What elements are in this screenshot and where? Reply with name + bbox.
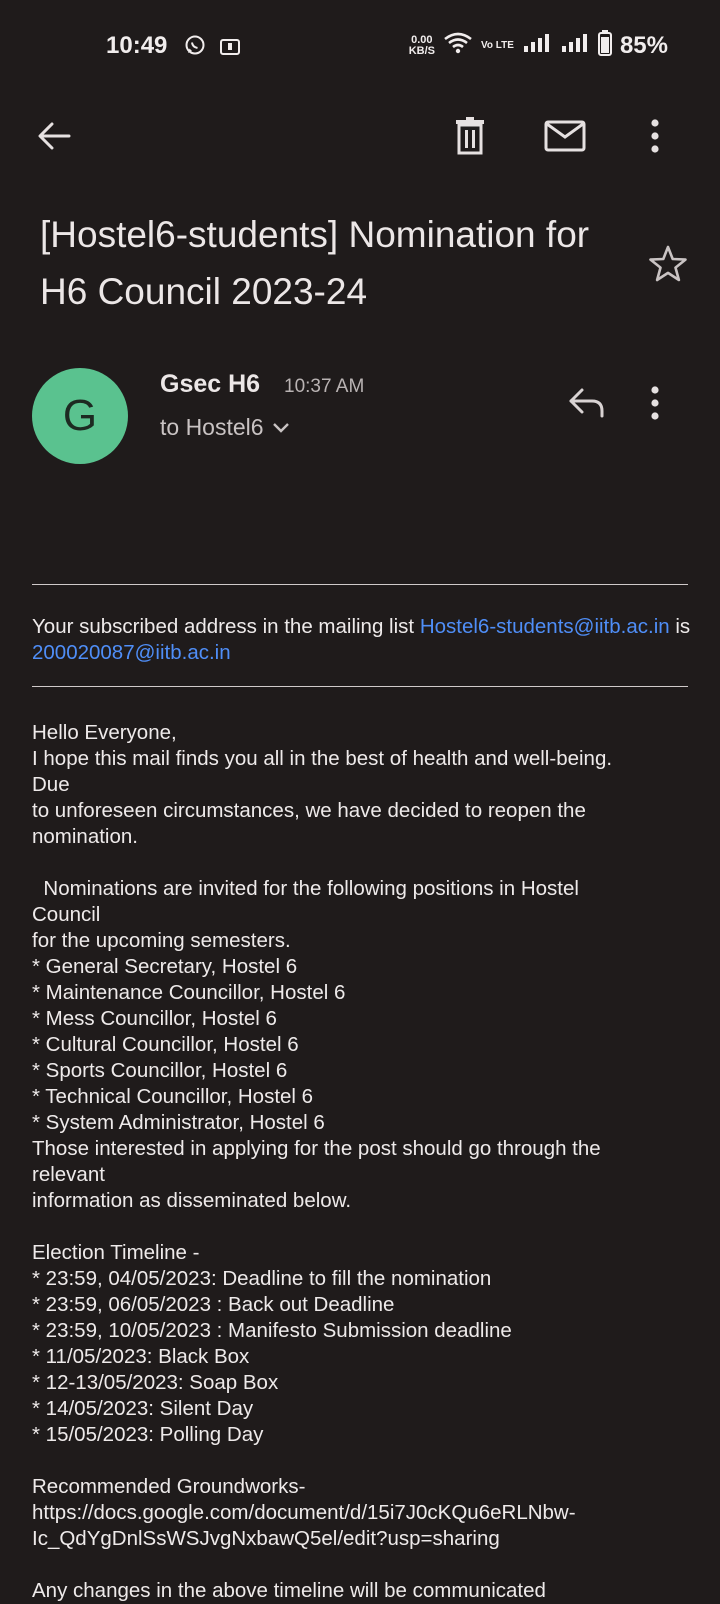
body-line: I hope this mail finds you all in the be… [32,747,613,770]
star-outline-icon [649,245,687,282]
subscription-note: Your subscribed address in the mailing l… [32,614,692,666]
body-line: * System Administrator, Hostel 6 [32,1111,325,1134]
body-line: Those interested in applying for the pos… [32,1137,601,1160]
network-speed: 0.00 KB/S [408,33,435,57]
more-options-button[interactable] [627,108,683,164]
back-button[interactable] [26,108,82,164]
body-line: * 15/05/2023: Polling Day [32,1423,264,1446]
body-line: Recommended Groundworks- [32,1475,306,1498]
battery-icon [597,30,612,61]
body-line: Council [32,903,101,926]
star-button[interactable] [648,244,692,288]
more-vert-icon [651,386,659,420]
reply-button[interactable] [568,386,618,430]
subscription-prefix: Your subscribed address in the mailing l… [32,615,420,638]
avatar[interactable]: G [32,368,128,464]
whatsapp-icon [184,34,206,61]
body-line: * 23:59, 04/05/2023: Deadline to fill th… [32,1267,492,1290]
email-subject: [Hostel6-students] Nomination for H6 Cou… [40,214,590,312]
body-line: Nominations are invited for the followin… [32,877,579,900]
more-vert-icon [651,119,659,153]
body-line: * 12-13/05/2023: Soap Box [32,1371,279,1394]
body-line [32,1552,692,1578]
body-line: * 23:59, 10/05/2023 : Manifesto Submissi… [32,1319,512,1342]
reply-icon [569,388,604,418]
status-indicators: 0.00 KB/S Vo LTE 85% [409,30,668,61]
body-line: Election Timeline - [32,1241,200,1264]
body-line: * Sports Councillor, Hostel 6 [32,1059,288,1082]
trash-icon [456,117,484,155]
divider [32,686,688,687]
body-line[interactable]: Ic_QdYgDnlSsWSJvgNxbawQ5el/edit?usp=shar… [32,1526,692,1552]
mail-icon [544,120,586,152]
signal-icon [522,32,552,59]
body-line: for the upcoming semesters. [32,929,291,952]
status-time: 10:49 [106,32,168,59]
volte-indicator: Vo LTE [480,40,514,51]
status-bar: 10:49 0.00 KB/S Vo LTE 85% [0,0,720,92]
body-line: * Maintenance Councillor, Hostel 6 [32,981,346,1004]
body-line: relevant [32,1163,105,1186]
arrow-left-icon [38,122,71,150]
body-line: Any changes in the above timeline will b… [32,1579,546,1602]
body-line: to unforeseen circumstances, we have dec… [32,799,586,822]
body-line: * Mess Councillor, Hostel 6 [32,1007,277,1030]
body-line: * 14/05/2023: Silent Day [32,1397,254,1420]
mailing-list-link[interactable]: Hostel6-students@iitb.ac.in [420,615,670,638]
delete-button[interactable] [442,108,498,164]
message-more-button[interactable] [650,386,680,430]
body-line: * 11/05/2023: Black Box [32,1345,250,1368]
subscription-middle: is [669,615,696,638]
recipient-details-toggle[interactable]: to Hostel6 [160,414,290,441]
mark-unread-button[interactable] [537,108,593,164]
email-toolbar [0,108,720,164]
body-line [32,850,692,876]
body-line [32,1448,692,1474]
email-body: Hello Everyone, I hope this mail finds yo… [32,720,692,1604]
body-line: Hello Everyone, [32,721,177,744]
notification-app-icon [220,37,240,60]
body-line [32,1214,692,1240]
body-line: Due [32,773,70,796]
email-time: 10:37 AM [284,376,365,397]
body-line: * General Secretary, Hostel 6 [32,955,298,978]
body-line: nomination. [32,825,138,848]
chevron-down-icon [272,422,289,433]
signal-icon-2 [560,32,590,59]
body-line: information as disseminated below. [32,1189,352,1212]
sender-name: Gsec H6 [160,370,261,398]
recipient-label: to Hostel6 [160,414,264,440]
body-line: * 23:59, 06/05/2023 : Back out Deadline [32,1293,395,1316]
body-line[interactable]: https://docs.google.com/document/d/15i7J… [32,1500,692,1526]
net-speed-value: 0.00 [411,33,433,46]
user-address-link[interactable]: 200020087@iitb.ac.in [32,641,231,664]
net-speed-unit: KB/S [408,44,435,57]
body-line: * Technical Councillor, Hostel 6 [32,1085,314,1108]
divider [32,584,688,585]
body-line: * Cultural Councillor, Hostel 6 [32,1033,299,1056]
battery-percent: 85% [619,31,668,59]
wifi-icon [443,31,473,60]
